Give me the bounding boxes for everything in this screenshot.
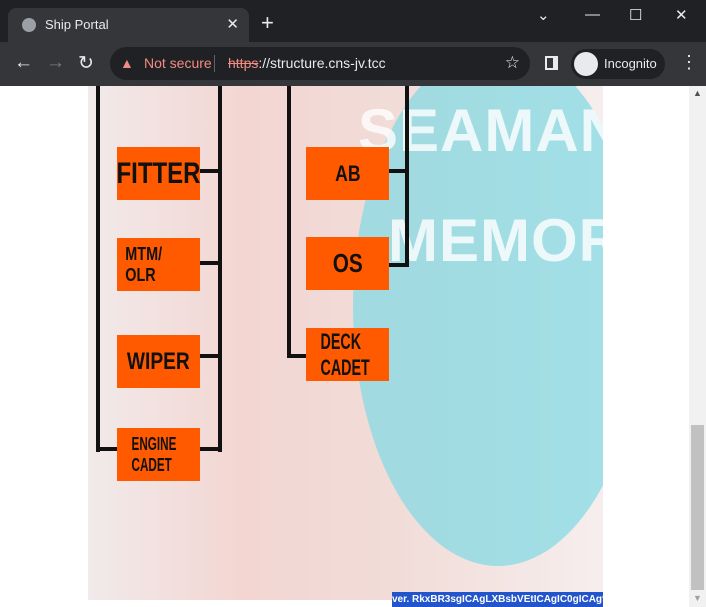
incognito-icon [574,52,598,76]
url-scheme: https [228,55,259,71]
forward-button[interactable]: → [46,52,65,74]
incognito-profile-button[interactable]: Incognito [571,49,665,79]
more-menu-icon[interactable]: ⋮ [680,52,698,73]
warning-icon[interactable]: ▲ [120,55,134,71]
security-label[interactable]: Not secure [144,55,212,71]
connector-line [198,169,222,173]
vertical-scrollbar[interactable]: ▲ ▼ [689,86,706,607]
tab-ship-portal[interactable]: Ship Portal ✕ [8,8,249,42]
connector-line [287,354,307,358]
role-fitter: FITTER [117,147,201,200]
close-window-button[interactable]: ✕ [675,6,688,24]
toolbar: ← → ↻ ▲ Not secure https://structure.cns… [0,42,706,86]
bookmark-star-icon[interactable]: ☆ [505,53,520,73]
role-ab: AB [306,147,389,200]
scroll-up-icon[interactable]: ▲ [693,88,702,98]
title-bar: Ship Portal ✕ + ⌄ — ☐ ✕ [0,0,706,42]
scroll-down-icon[interactable]: ▼ [693,593,702,603]
scrollbar-thumb[interactable] [691,425,704,590]
watermark-seaman: SEAMAN [358,97,603,164]
tab-search-icon[interactable]: ⌄ [537,6,550,24]
minimize-button[interactable]: — [585,6,600,23]
connector-line [198,447,222,451]
divider [214,55,215,72]
url-host: ://structure.cns-jv.tcc [258,55,386,71]
back-button[interactable]: ← [14,52,33,74]
new-tab-button[interactable]: + [261,12,274,34]
address-bar[interactable]: ▲ Not secure https://structure.cns-jv.tc… [110,47,530,80]
globe-icon [22,18,36,32]
connector-line [198,354,222,358]
connector-line [405,86,409,267]
role-engine-cadet: ENGINE CADET [117,428,200,481]
connector-line [218,86,222,452]
connector-line [388,263,409,267]
maximize-button[interactable]: ☐ [629,6,642,24]
role-wiper: WIPER [117,335,200,388]
version-label: ver. RkxBR3sgICAgLXBsbVEtICAgIC0gICAgfQ=… [392,592,603,607]
role-os: OS [306,237,389,290]
org-chart-image: SEAMAN MEMORIES FITTER MTM/ OLR WIPER EN… [88,86,603,600]
connector-line [388,169,409,173]
role-deck-cadet: DECK CADET [306,328,389,381]
connector-line [96,86,100,452]
profile-label: Incognito [604,56,657,71]
connector-line [198,261,222,265]
url-text[interactable]: https://structure.cns-jv.tcc [228,55,386,71]
reload-button[interactable]: ↻ [78,52,94,75]
connector-line [96,447,118,451]
connector-line [287,86,291,358]
role-mtm-olr: MTM/ OLR [117,238,200,291]
side-panel-icon[interactable] [545,56,558,70]
close-tab-icon[interactable]: ✕ [226,15,239,33]
watermark-memories: MEMORIES [388,207,603,274]
tab-title: Ship Portal [45,17,109,32]
